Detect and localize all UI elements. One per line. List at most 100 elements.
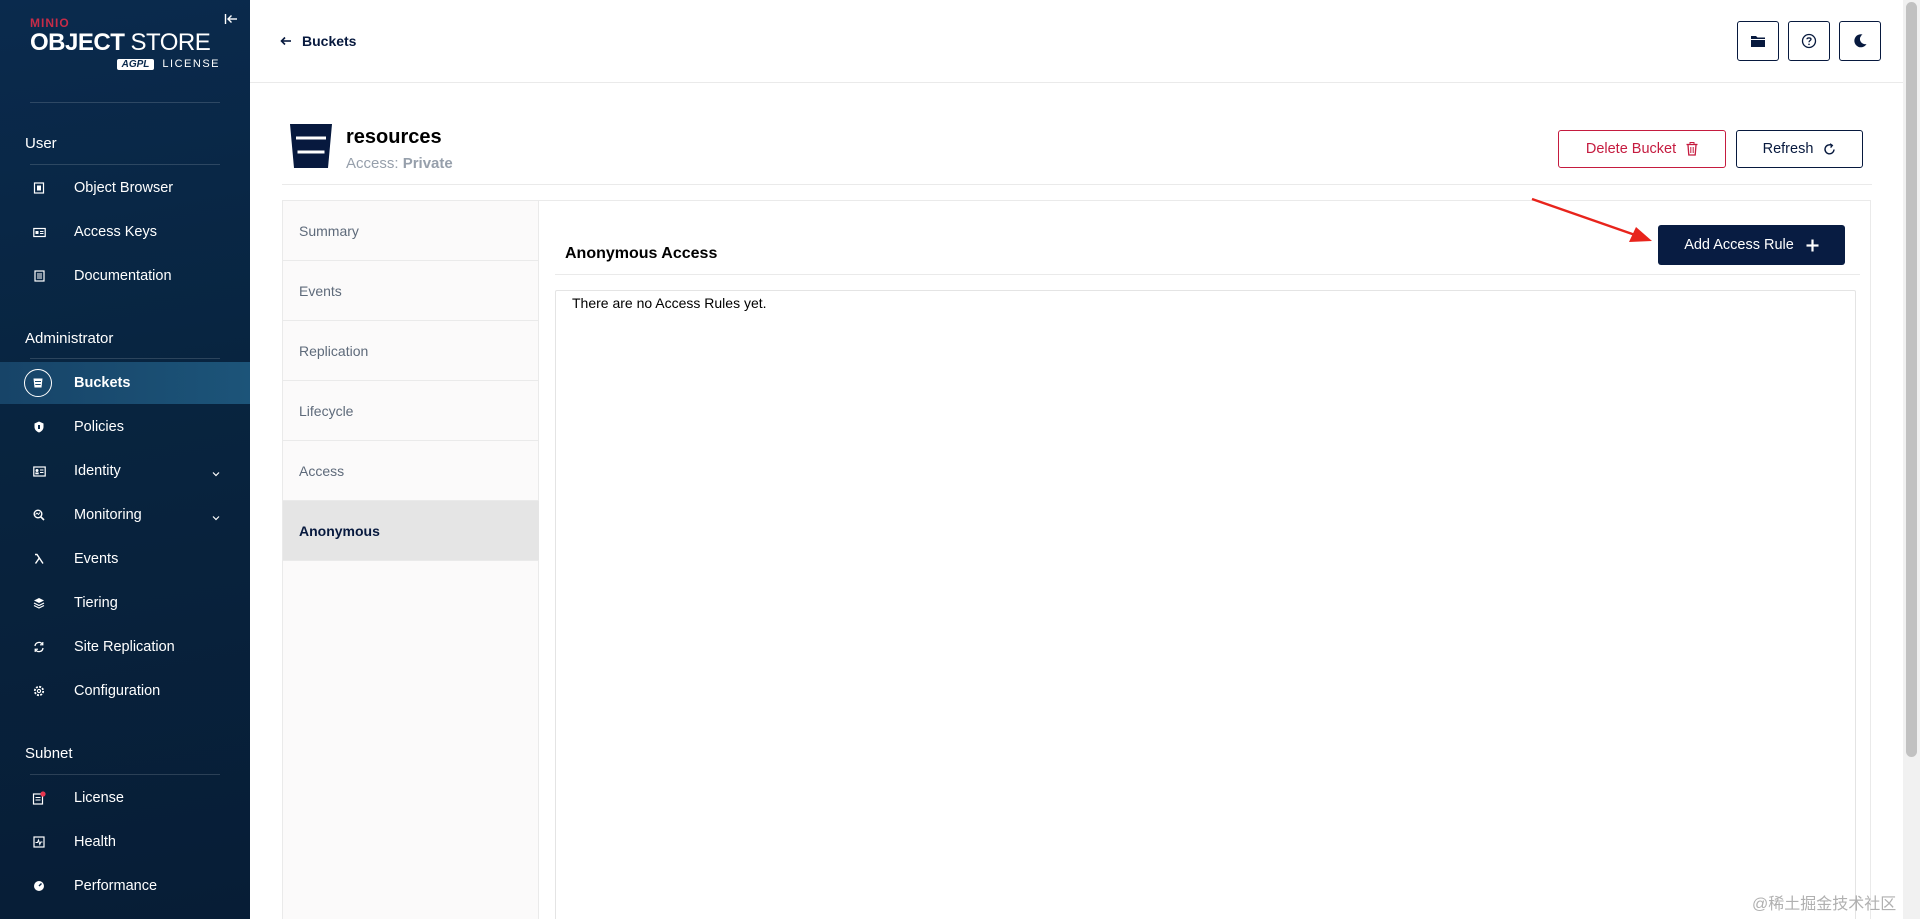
tiering-icon (30, 594, 48, 612)
identity-icon (30, 462, 48, 480)
help-icon (1801, 33, 1817, 49)
tab-summary[interactable]: Summary (283, 201, 539, 261)
folder-icon (1751, 36, 1765, 47)
bucket-name: resources (346, 126, 442, 148)
delete-bucket-button[interactable]: Delete Bucket (1558, 130, 1726, 168)
page-scrollbar[interactable] (1903, 0, 1920, 919)
access-keys-icon (30, 223, 48, 241)
sidebar-item-label: Object Browser (74, 180, 174, 196)
header-divider (282, 184, 1872, 185)
logo-license-row: AGPL LICENSE (30, 58, 230, 70)
logo-brand: MINIO (30, 16, 70, 30)
sidebar-item-label: Health (74, 834, 116, 850)
bucket-tabs: Summary Events Replication Lifecycle Acc… (283, 201, 539, 919)
bucket-access-label: Access: (346, 155, 399, 172)
tab-access[interactable]: Access (283, 441, 539, 501)
sidebar-item-label: License (74, 790, 124, 806)
sidebar-divider (30, 358, 220, 359)
sidebar-item-configuration[interactable]: Configuration (0, 670, 250, 712)
bucket-details-panel: Summary Events Replication Lifecycle Acc… (282, 200, 1871, 919)
scrollbar-thumb[interactable] (1906, 2, 1917, 757)
sidebar-item-policies[interactable]: Policies (0, 406, 250, 448)
add-access-rule-button[interactable]: Add Access Rule (1658, 225, 1845, 265)
sidebar-item-label: Identity (74, 463, 121, 479)
object-browser-icon (30, 179, 48, 197)
empty-rules-message: There are no Access Rules yet. (572, 295, 767, 311)
watermark: @稀土掘金技术社区 (1752, 896, 1897, 913)
section-user: User (25, 135, 57, 152)
bucket-access-value: Private (402, 155, 453, 172)
chevron-down-icon (211, 510, 221, 521)
sidebar-item-label: Performance (74, 878, 158, 894)
sidebar-divider (30, 164, 220, 165)
sidebar: MINIO OBJECT STORE AGPL LICENSE User Obj… (0, 0, 250, 919)
refresh-button[interactable]: Refresh (1736, 130, 1863, 168)
shield-icon (30, 418, 48, 436)
tab-events[interactable]: Events (283, 261, 539, 321)
sidebar-item-monitoring[interactable]: Monitoring (0, 494, 250, 536)
collapse-sidebar-icon[interactable] (224, 12, 240, 28)
anonymous-access-title: Anonymous Access (565, 245, 718, 262)
section-administrator: Administrator (25, 330, 114, 347)
logo-product-bold: OBJECT (30, 29, 125, 56)
sidebar-item-label: Monitoring (74, 507, 142, 523)
arrow-left-icon (280, 36, 291, 46)
section-subnet: Subnet (25, 745, 73, 762)
top-bar: Buckets (250, 0, 1903, 83)
chevron-down-icon (211, 466, 221, 477)
sidebar-divider (30, 102, 220, 103)
minio-logo: MINIO OBJECT STORE AGPL LICENSE (30, 16, 230, 86)
sidebar-item-label: Site Replication (74, 639, 175, 655)
gear-icon (30, 682, 48, 700)
tab-lifecycle[interactable]: Lifecycle (283, 381, 539, 441)
access-rules-list: There are no Access Rules yet. (555, 290, 1856, 919)
performance-icon (30, 877, 48, 895)
sidebar-item-label: Tiering (74, 595, 118, 611)
sidebar-item-buckets[interactable]: Buckets (0, 362, 250, 404)
sidebar-item-label: Configuration (74, 683, 161, 699)
tab-anonymous[interactable]: Anonymous (283, 501, 539, 561)
add-access-rule-label: Add Access Rule (1684, 237, 1794, 253)
plus-icon (1806, 239, 1819, 251)
health-icon (30, 833, 48, 851)
moon-icon (1854, 34, 1867, 48)
trash-icon (1686, 142, 1698, 156)
sidebar-item-label: Events (74, 551, 119, 567)
logo-agpl-badge: AGPL (116, 58, 155, 70)
tab-replication[interactable]: Replication (283, 321, 539, 381)
back-link-label: Buckets (302, 33, 357, 49)
refresh-label: Refresh (1762, 141, 1814, 157)
lambda-icon (30, 550, 48, 568)
sidebar-item-label: Buckets (74, 375, 131, 391)
section-divider (555, 274, 1860, 275)
logo-product-light: STORE (130, 29, 211, 56)
sidebar-item-documentation[interactable]: Documentation (0, 255, 250, 297)
license-icon (30, 789, 48, 807)
refresh-icon (1824, 142, 1836, 155)
monitoring-icon (30, 506, 48, 524)
sidebar-item-site-replication[interactable]: Site Replication (0, 626, 250, 668)
sidebar-item-access-keys[interactable]: Access Keys (0, 211, 250, 253)
logo-license-text: LICENSE (162, 58, 220, 70)
documentation-icon (30, 267, 48, 285)
object-browser-button[interactable] (1737, 21, 1779, 61)
bucket-header-icon (290, 124, 332, 168)
sidebar-item-tiering[interactable]: Tiering (0, 582, 250, 624)
bucket-access: Access: Private (346, 155, 453, 172)
sidebar-item-identity[interactable]: Identity (0, 450, 250, 492)
sidebar-item-label: Documentation (74, 268, 172, 284)
sidebar-item-performance[interactable]: Performance (0, 865, 250, 907)
bucket-icon (24, 369, 52, 397)
sidebar-item-label: Access Keys (74, 224, 157, 240)
sidebar-item-object-browser[interactable]: Object Browser (0, 167, 250, 209)
logo-product: OBJECT STORE (30, 31, 230, 55)
sidebar-item-license[interactable]: License (0, 777, 250, 819)
dark-mode-toggle[interactable] (1839, 21, 1881, 61)
sidebar-item-health[interactable]: Health (0, 821, 250, 863)
back-to-buckets-link[interactable]: Buckets (280, 33, 356, 49)
sidebar-item-events[interactable]: Events (0, 538, 250, 580)
sidebar-divider (30, 774, 220, 775)
delete-bucket-label: Delete Bucket (1585, 141, 1677, 157)
site-replication-icon (30, 638, 48, 656)
help-button[interactable] (1788, 21, 1830, 61)
